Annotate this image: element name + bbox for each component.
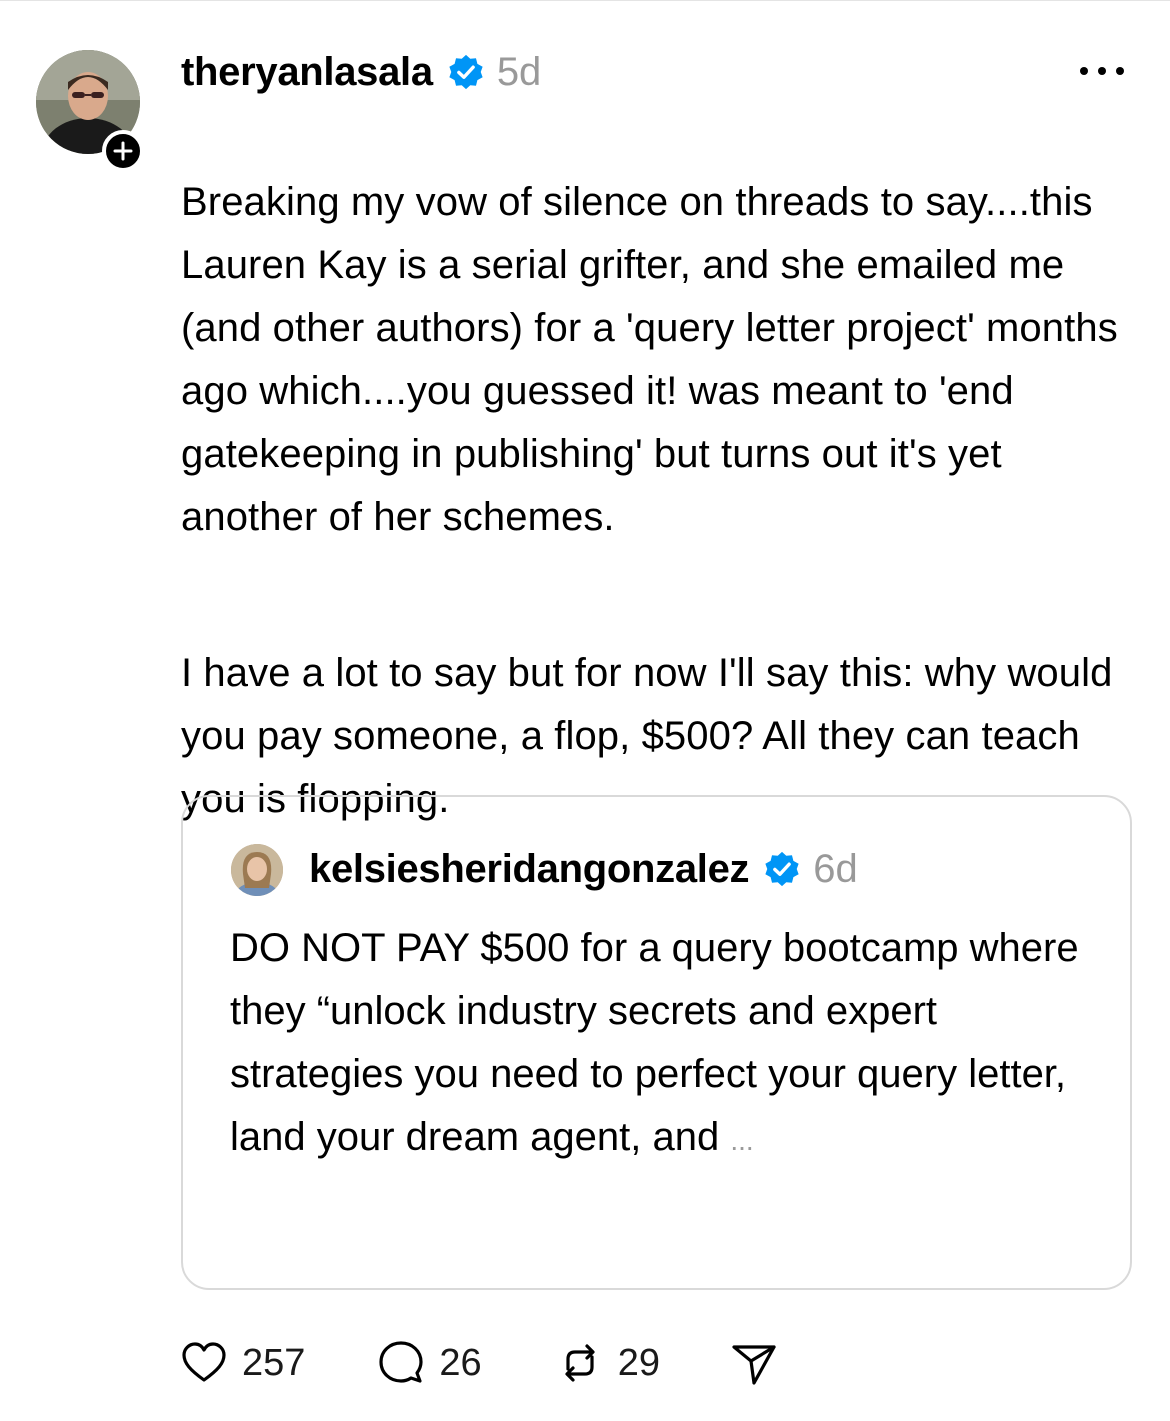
top-divider	[0, 0, 1170, 1]
post-timestamp: 5d	[496, 49, 542, 94]
post-body: Breaking my vow of silence on threads to…	[181, 108, 1146, 894]
comment-button[interactable]: 26	[377, 1339, 482, 1387]
verified-badge-icon	[447, 53, 485, 91]
more-options-button[interactable]	[1080, 62, 1124, 80]
repost-count: 29	[617, 1341, 660, 1384]
like-button[interactable]: 257	[180, 1339, 305, 1387]
truncation-ellipsis[interactable]: ...	[730, 1125, 753, 1156]
more-dot	[1116, 67, 1124, 75]
quoted-post-card[interactable]: kelsiesheridangonzalez 6d DO NOT PAY $50…	[181, 795, 1132, 1290]
repost-button[interactable]: 29	[556, 1339, 660, 1387]
heart-icon	[180, 1339, 228, 1387]
verified-badge-icon	[763, 850, 801, 888]
send-icon	[730, 1339, 778, 1387]
quoted-post-body: DO NOT PAY $500 for a query bootcamp whe…	[230, 917, 1100, 1172]
quoted-author-username[interactable]: kelsiesheridangonzalez	[309, 847, 750, 892]
follow-plus-button[interactable]	[102, 130, 144, 172]
quoted-post-timestamp: 6d	[813, 846, 858, 891]
like-count: 257	[242, 1341, 306, 1384]
post-actions-bar: 257 26 29	[180, 1335, 778, 1391]
more-dot	[1098, 67, 1106, 75]
comment-bubble-icon	[377, 1339, 425, 1387]
post-paragraph: Breaking my vow of silence on threads to…	[181, 180, 1118, 539]
quoted-post-text: DO NOT PAY $500 for a query bootcamp whe…	[230, 926, 1079, 1159]
author-username[interactable]: theryanlasala	[181, 50, 433, 95]
author-avatar[interactable]	[36, 50, 144, 172]
repost-icon	[556, 1339, 604, 1387]
post-header: theryanlasala 5d	[181, 44, 541, 100]
quoted-post-header: kelsiesheridangonzalez 6d	[309, 841, 858, 897]
more-dot	[1080, 67, 1088, 75]
comment-count: 26	[439, 1341, 482, 1384]
plus-icon	[112, 140, 134, 162]
quoted-author-avatar[interactable]	[231, 844, 283, 896]
share-button[interactable]	[730, 1339, 778, 1387]
